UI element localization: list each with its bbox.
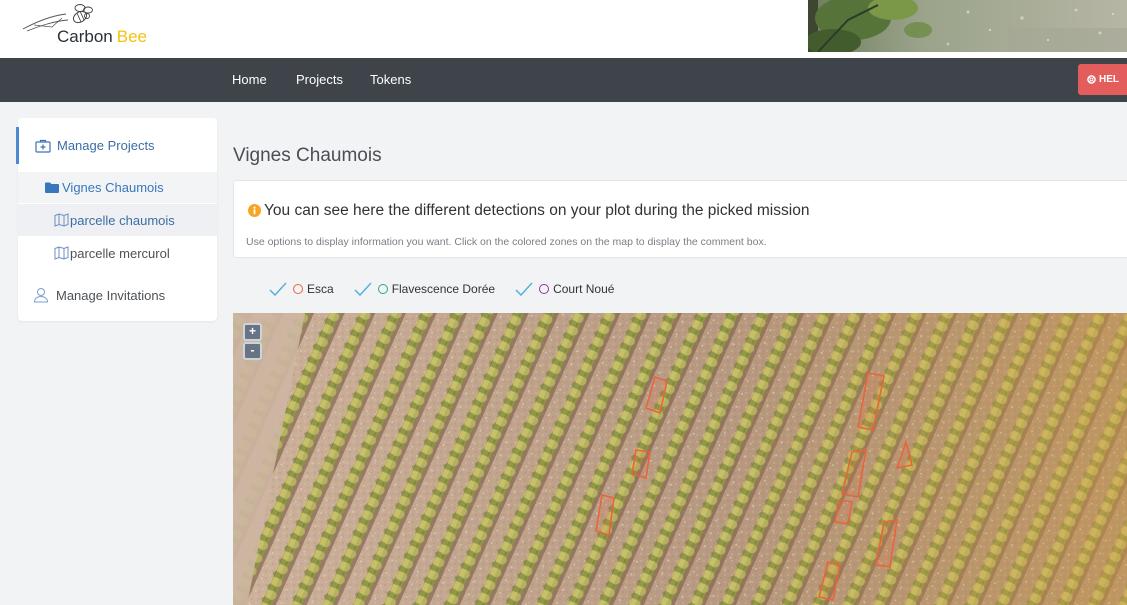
filter-label: Flavescence Dorée <box>391 282 496 296</box>
aerial-vineyard-image[interactable] <box>233 313 1127 605</box>
filter-flavescence-doree[interactable]: Flavescence Dorée <box>354 282 495 296</box>
zoom-out-button[interactable]: - <box>243 342 262 360</box>
sidebar-project-label: Vignes Chaumois <box>62 180 164 195</box>
map-icon <box>54 246 69 260</box>
info-subtext: Use options to display information you w… <box>246 236 767 248</box>
info-circle-icon <box>248 204 261 217</box>
detection-zone[interactable] <box>631 449 651 480</box>
filter-esca[interactable]: Esca <box>269 282 334 296</box>
sidebar-item-manage-invitations[interactable]: Manage Invitations <box>18 278 217 312</box>
sidebar-plot-label: parcelle mercurol <box>70 245 170 261</box>
nav-home[interactable]: Home <box>232 58 267 102</box>
zoom-in-button[interactable]: + <box>243 323 262 341</box>
briefcase-icon <box>35 139 51 153</box>
detection-filters: Esca Flavescence Dorée Court Noué <box>269 280 614 298</box>
nav-tokens[interactable]: Tokens <box>370 58 411 102</box>
map-icon <box>54 213 69 227</box>
filter-color-dot <box>377 284 388 294</box>
user-icon <box>33 288 49 303</box>
info-panel: You can see here the different detection… <box>233 180 1127 258</box>
filter-color-dot <box>539 284 550 294</box>
map-view[interactable]: + - <box>233 313 1127 605</box>
sidebar-item-label: Manage Projects <box>57 138 155 153</box>
sidebar-item-manage-projects[interactable]: Manage Projects <box>16 127 217 164</box>
lifebuoy-icon <box>1087 75 1096 84</box>
vine-leaves-photo <box>808 0 1127 52</box>
sidebar-project-vignes-chaumois[interactable]: Vignes Chaumois <box>18 172 217 203</box>
sidebar-plot-parcelle-mercurol[interactable]: parcelle mercurol <box>18 237 217 269</box>
page-title: Vignes Chaumois <box>233 145 382 166</box>
help-button[interactable]: HEL <box>1078 64 1127 95</box>
brand-name-part1: Carbon <box>57 27 113 46</box>
nav-projects[interactable]: Projects <box>296 58 343 102</box>
main-navbar: Home Projects Tokens HEL <box>0 58 1127 102</box>
folder-icon <box>45 182 59 193</box>
brand-name[interactable]: Carbon Bee <box>57 27 147 47</box>
filter-label: Esca <box>307 282 334 296</box>
sidebar-plot-parcelle-chaumois[interactable]: parcelle chaumois <box>18 204 217 236</box>
sidebar: Manage Projects Vignes Chaumois parcelle… <box>16 118 217 321</box>
filter-color-dot <box>293 284 303 294</box>
checkmark-icon[interactable] <box>269 282 287 296</box>
filter-label: Court Noué <box>553 282 615 296</box>
checkmark-icon[interactable] <box>354 282 372 296</box>
sidebar-item-label: Manage Invitations <box>56 287 166 303</box>
help-button-label: HEL <box>1099 74 1119 85</box>
top-header: Carbon Bee <box>0 0 1127 58</box>
brand-name-part2: Bee <box>116 27 148 46</box>
sidebar-plot-label: parcelle chaumois <box>70 212 175 228</box>
filter-court-noue[interactable]: Court Noué <box>515 282 614 296</box>
checkmark-icon[interactable] <box>515 282 533 296</box>
info-headline: You can see here the different detection… <box>264 202 810 219</box>
zoom-control: + - <box>243 323 262 361</box>
